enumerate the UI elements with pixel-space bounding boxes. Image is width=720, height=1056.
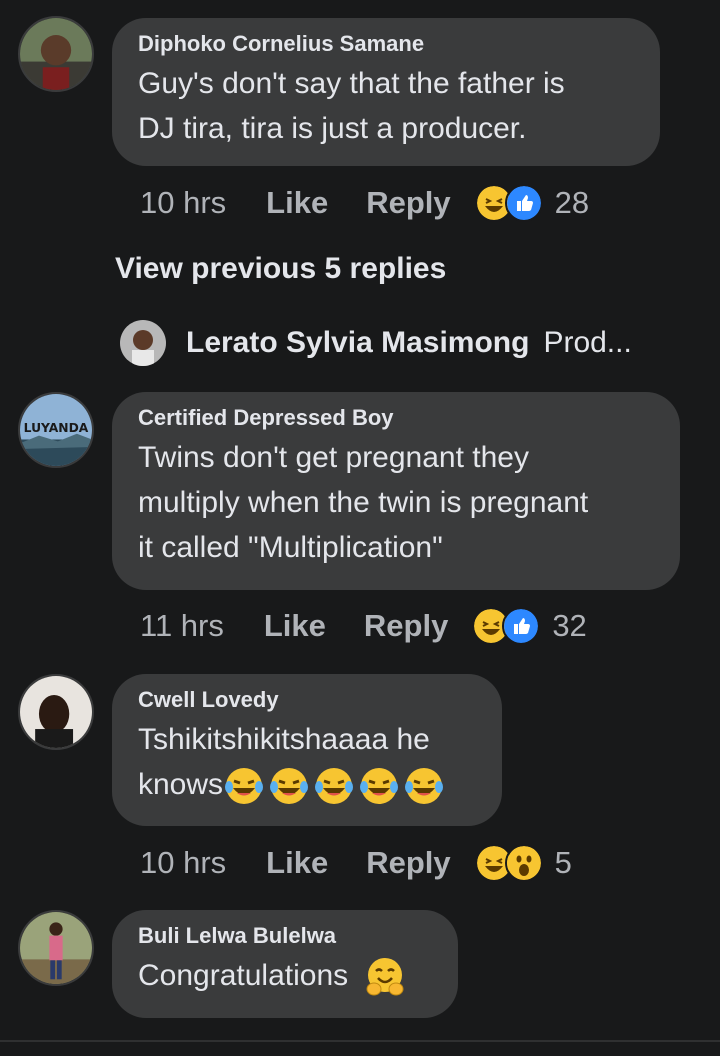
avatar-photo [120,320,166,366]
avatar-photo: LUYANDA [20,394,92,466]
comment-author[interactable]: Diphoko Cornelius Samane [138,30,634,58]
timestamp[interactable]: 10 hrs [140,185,226,221]
tears-of-joy-icon [405,768,444,805]
tears-of-joy-icon [360,768,399,805]
comment-actions: 10 hrs Like Reply 5 [140,843,572,883]
wow-icon [504,844,543,882]
avatar[interactable] [18,674,94,750]
comment-bubble: Diphoko Cornelius Samane Guy's don't say… [112,18,660,166]
tears-of-joy-icon [315,768,354,805]
comment-text-line: Tshikitshikitshaaaa he [138,723,430,756]
avatar-logo-text: LUYANDA [24,421,89,435]
like-button[interactable]: Like [264,608,326,644]
comment-bubble: Buli Lelwa Bulelwa Congratulations [112,910,458,1018]
reaction-count[interactable]: 32 [552,608,586,644]
comment-actions: 10 hrs Like Reply 28 [140,183,589,223]
reply-snippet: Prod... [543,326,632,359]
reply-button[interactable]: Reply [366,185,450,221]
avatar-photo [20,912,92,984]
like-icon [504,184,543,222]
avatar [120,320,166,366]
reactions[interactable] [474,184,543,222]
comment-actions: 11 hrs Like Reply 32 [140,606,587,646]
like-button[interactable]: Like [266,845,328,881]
comment-text-line: multiply when the twin is pregnant [138,486,589,519]
comment-text-line: Congratulations [138,959,349,992]
comment-bubble: Certified Depressed Boy Twins don't get … [112,392,680,590]
comment-author[interactable]: Cwell Lovedy [138,686,476,714]
comment-text: Congratulations [138,953,432,998]
reply-button[interactable]: Reply [364,608,448,644]
tears-of-joy-emoji-row [223,768,448,805]
comment-text-line: Guy's don't say that the father is [138,67,565,100]
avatar[interactable] [18,910,94,986]
hugging-face-icon [366,958,404,996]
reply-button[interactable]: Reply [366,845,450,881]
comment-text: Guy's don't say that the father is DJ ti… [138,61,634,151]
comment-text: Twins don't get pregnant they multiply w… [138,435,654,570]
comment-bubble: Cwell Lovedy Tshikitshikitshaaaa he know… [112,674,502,826]
divider [0,1040,720,1042]
comment-text-line: DJ tira, tira is just a producer. [138,112,527,145]
tears-of-joy-icon [270,768,309,805]
view-previous-replies[interactable]: View previous 5 replies [115,252,446,286]
comment-text-line: Twins don't get pregnant they [138,441,529,474]
avatar[interactable] [18,16,94,92]
avatar-photo [20,676,92,748]
reply-preview[interactable]: Lerato Sylvia Masimong Prod... [120,318,632,368]
reply-author: Lerato Sylvia Masimong [186,326,530,359]
comment-author[interactable]: Buli Lelwa Bulelwa [138,922,432,950]
reaction-count[interactable]: 28 [555,185,589,221]
tears-of-joy-icon [225,768,264,805]
reactions[interactable] [474,844,543,882]
timestamp[interactable]: 10 hrs [140,845,226,881]
like-icon [502,607,541,645]
comment-text-word: knows [138,768,224,801]
avatar[interactable]: LUYANDA [18,392,94,468]
timestamp[interactable]: 11 hrs [140,608,224,644]
comment-text-line: knows [138,762,476,807]
comment-text: Tshikitshikitshaaaa he knows [138,717,476,807]
reaction-count[interactable]: 5 [555,845,572,881]
like-button[interactable]: Like [266,185,328,221]
avatar-photo [20,18,92,90]
reactions[interactable] [472,607,541,645]
comment-text-line: it called "Multiplication" [138,531,443,564]
comment-author[interactable]: Certified Depressed Boy [138,404,654,432]
